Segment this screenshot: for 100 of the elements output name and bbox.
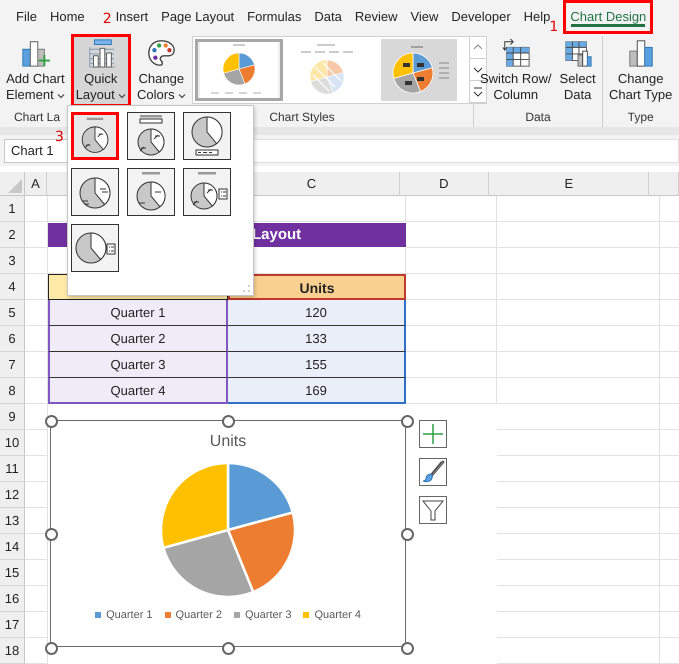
sheet-cell[interactable] <box>497 404 660 430</box>
column-header[interactable] <box>649 172 679 196</box>
layout-option[interactable] <box>71 112 119 160</box>
plus-icon <box>420 421 446 447</box>
menu-tab[interactable]: Insert <box>116 1 148 31</box>
menu-tab[interactable]: Page Layout <box>161 1 234 31</box>
sheet-cell[interactable] <box>497 222 660 248</box>
sheet-cell[interactable] <box>497 482 660 508</box>
chart-filters-button[interactable] <box>419 496 447 524</box>
table-cell: Quarter 1 <box>48 300 228 326</box>
sheet-cell[interactable] <box>25 586 48 612</box>
menu-tab[interactable]: Data <box>314 1 342 31</box>
menu-tab[interactable]: Home <box>50 1 85 31</box>
sheet-cell[interactable] <box>25 430 48 456</box>
sheet-cell[interactable] <box>25 612 48 638</box>
sheet-cell[interactable] <box>497 326 660 352</box>
resize-handle[interactable] <box>222 415 235 428</box>
row-header[interactable]: 5 <box>0 300 25 326</box>
group-label: Data <box>524 109 552 126</box>
row-header[interactable]: 11 <box>0 456 25 482</box>
resize-handle[interactable] <box>401 642 414 655</box>
row-header[interactable]: 17 <box>0 612 25 638</box>
layout-option[interactable] <box>127 112 175 160</box>
row-header[interactable]: 15 <box>0 560 25 586</box>
ribbon-button[interactable]: Switch Row/ Column <box>478 36 554 105</box>
row-header[interactable]: 9 <box>0 404 25 430</box>
sheet-cell[interactable] <box>406 222 497 248</box>
row-header[interactable]: 12 <box>0 482 25 508</box>
menu-tab[interactable]: Help <box>524 1 550 31</box>
sheet-cell[interactable] <box>497 638 660 664</box>
sheet-cell[interactable] <box>497 274 660 300</box>
chart-elements-button[interactable] <box>419 420 447 448</box>
sheet-cell[interactable] <box>497 378 660 404</box>
chart-styles-button[interactable] <box>419 458 447 486</box>
sheet-cell[interactable] <box>25 248 48 274</box>
row-header[interactable]: 16 <box>0 586 25 612</box>
sheet-cell[interactable] <box>25 456 48 482</box>
row-header[interactable]: 1 <box>0 196 25 222</box>
sheet-cell[interactable] <box>497 534 660 560</box>
sheet-cell[interactable] <box>406 326 497 352</box>
sheet-cell[interactable] <box>497 300 660 326</box>
sheet-cell[interactable] <box>25 482 48 508</box>
row-header[interactable]: 8 <box>0 378 25 404</box>
sheet-cell[interactable] <box>406 196 497 222</box>
sheet-cell[interactable] <box>497 508 660 534</box>
sheet-cell[interactable] <box>406 274 497 300</box>
menu-tab[interactable]: View <box>410 1 438 31</box>
menu-tab[interactable]: Review <box>354 1 398 31</box>
menu-tab[interactable]: File <box>16 1 37 31</box>
resize-handle[interactable] <box>401 415 414 428</box>
menu-tab[interactable]: Formulas <box>247 1 302 31</box>
row-header[interactable]: 6 <box>0 326 25 352</box>
sheet-cell[interactable] <box>25 560 48 586</box>
layout-option[interactable] <box>183 112 231 160</box>
group-label: Type <box>626 109 655 126</box>
row-header[interactable]: 3 <box>0 248 25 274</box>
table-cell: Quarter 2 <box>48 326 228 352</box>
ribbon-button[interactable]: Quick Layout <box>72 36 129 105</box>
column-header[interactable]: E <box>489 172 650 196</box>
ribbon-button[interactable]: Select Data <box>558 36 598 105</box>
row-header[interactable]: 14 <box>0 534 25 560</box>
resize-handle[interactable] <box>45 415 58 428</box>
column-header[interactable]: A <box>24 172 48 196</box>
sheet-cell[interactable] <box>406 378 497 404</box>
resize-handle[interactable] <box>45 528 58 541</box>
row-header[interactable]: 18 <box>0 638 25 664</box>
sheet-cell[interactable] <box>497 560 660 586</box>
row-header[interactable]: 4 <box>0 274 25 300</box>
group-label: Chart Styles <box>268 109 336 126</box>
sheet-cell[interactable] <box>497 456 660 482</box>
row-header[interactable]: 2 <box>0 222 25 248</box>
sheet-cell[interactable] <box>497 248 660 274</box>
sheet-cell[interactable] <box>497 586 660 612</box>
sheet-cell[interactable] <box>497 196 660 222</box>
sheet-cell[interactable] <box>497 430 660 456</box>
sheet-cell[interactable] <box>406 352 497 378</box>
ribbon-button[interactable]: Change Colors <box>135 36 188 105</box>
ribbon-button[interactable]: Add Chart Element <box>4 36 67 105</box>
sheet-cell[interactable] <box>497 612 660 638</box>
sheet-cell[interactable] <box>406 248 497 274</box>
legend-label: Quarter 4 <box>314 609 361 621</box>
row-header[interactable]: 10 <box>0 430 25 456</box>
layout-option[interactable] <box>71 224 119 272</box>
ribbon-button[interactable]: Change Chart Type <box>607 36 674 105</box>
chart-area[interactable]: Units Quarter 1 Quarter 2 Quarter 3 Quarter 4 <box>50 420 406 647</box>
layout-option[interactable] <box>183 168 231 216</box>
column-header[interactable]: D <box>400 172 490 196</box>
row-header[interactable]: 7 <box>0 352 25 378</box>
sheet-cell[interactable] <box>497 352 660 378</box>
sheet-cell[interactable] <box>25 196 48 222</box>
menu-tab[interactable]: Chart Design <box>563 0 654 34</box>
resize-handle[interactable] <box>401 528 414 541</box>
table-arrow-icon <box>500 38 532 68</box>
layout-option[interactable] <box>71 168 119 216</box>
row-header[interactable]: 13 <box>0 508 25 534</box>
layout-option[interactable] <box>127 168 175 216</box>
sheet-cell[interactable] <box>406 300 497 326</box>
resize-handle[interactable] <box>45 642 58 655</box>
menu-tab[interactable]: Developer <box>451 1 511 31</box>
resize-handle[interactable] <box>222 642 235 655</box>
